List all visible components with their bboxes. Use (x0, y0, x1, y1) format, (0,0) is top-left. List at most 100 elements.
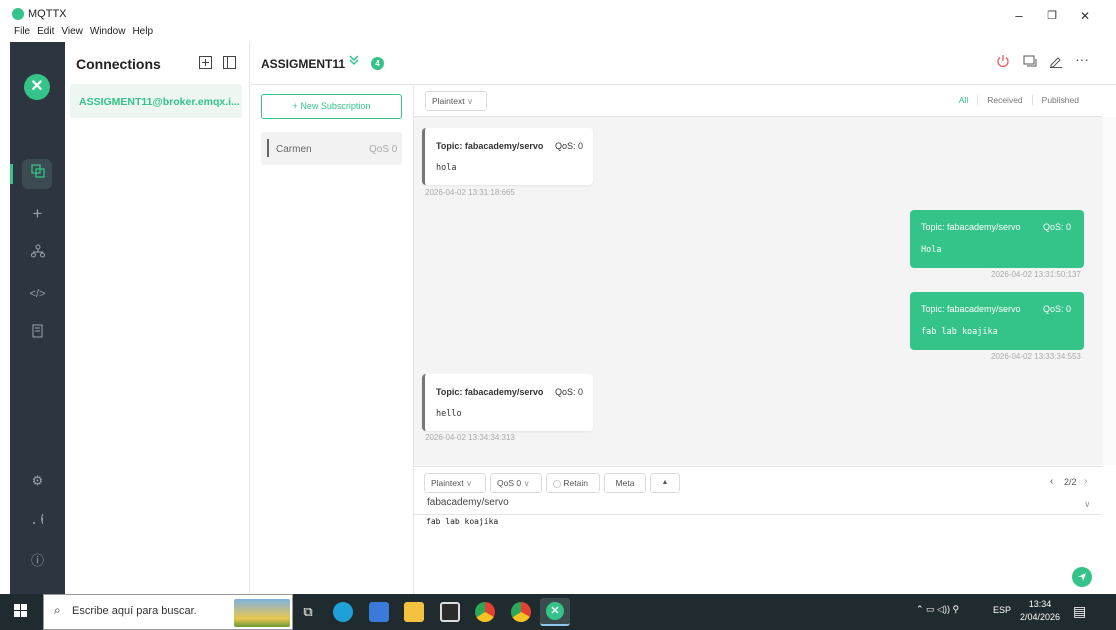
maximize-button[interactable]: ❐ (1037, 6, 1067, 26)
new-connection-icon[interactable] (199, 56, 212, 74)
message-composer: Plaintext ∨ QoS 0 ∨ Retain Meta ▲ ‹ 2/2 … (414, 466, 1102, 594)
more-icon[interactable]: ··· (1075, 51, 1089, 67)
chrome-profile-icon[interactable] (511, 602, 531, 622)
new-window-icon[interactable] (1023, 54, 1037, 71)
message-scrollbar[interactable] (1102, 117, 1116, 465)
message-sent: Topic: fabacademy/servo QoS: 0 fab lab k… (910, 292, 1084, 350)
minimize-button[interactable]: – (1004, 6, 1034, 26)
mqttx-taskbar-button[interactable]: ✕ (540, 598, 570, 626)
code-icon[interactable]: </> (10, 282, 65, 306)
message-topic: Topic: fabacademy/servo (436, 387, 544, 397)
toggle-panel-icon[interactable] (223, 56, 236, 74)
log-icon[interactable] (10, 322, 65, 346)
taskbar: ⌕ Escribe aquí para buscar. ⧉ ✕ ⌃ ▭ ◁)) … (0, 594, 1116, 630)
clock-time: 13:34 (1028, 599, 1052, 609)
store-icon[interactable] (440, 602, 460, 622)
meta-button[interactable]: Meta (604, 473, 646, 493)
message-filter-tabs: All Received Published (950, 95, 1088, 105)
payload-input[interactable]: fab lab koajika (426, 517, 498, 526)
filter-published[interactable]: Published (1031, 95, 1088, 105)
message-qos: QoS: 0 (1043, 304, 1072, 314)
new-subscription-button[interactable]: + New Subscription (261, 94, 402, 119)
menu-file[interactable]: File (14, 26, 30, 37)
message-qos: QoS: 0 (1043, 222, 1072, 232)
menu-edit[interactable]: Edit (37, 26, 54, 37)
qos-value: QoS 0 (497, 478, 522, 488)
app-logo-icon (12, 8, 24, 20)
qos-select[interactable]: QoS 0 ∨ (490, 473, 542, 493)
message-topic: Topic: fabacademy/servo (436, 141, 544, 151)
title-bar: MQTTX File Edit View Window Help – ❐ ✕ (0, 0, 1116, 42)
search-icon: ⌕ (54, 603, 61, 617)
topic-divider (414, 514, 1102, 515)
message-payload: hello (436, 409, 462, 419)
message-payload: hola (436, 163, 457, 173)
message-payload: Hola (921, 245, 942, 255)
connection-header: ASSIGMENT11 4 ··· (250, 42, 1116, 85)
menu-view[interactable]: View (61, 26, 83, 37)
tray-icons[interactable]: ⌃ ▭ ◁)) ⚲ (916, 604, 959, 615)
topic-dropdown-icon[interactable]: ∨ (1084, 499, 1091, 510)
message-sent: Topic: fabacademy/servo QoS: 0 Hola (910, 210, 1084, 268)
page-indicator: 2/2 (1064, 477, 1077, 487)
retain-toggle[interactable]: Retain (546, 473, 600, 493)
send-button[interactable] (1072, 567, 1092, 587)
disconnect-icon[interactable] (996, 54, 1010, 71)
mail-icon[interactable] (369, 602, 389, 622)
filter-all[interactable]: All (950, 95, 977, 105)
close-button[interactable]: ✕ (1070, 6, 1100, 26)
format-select[interactable]: Plaintext ∨ (425, 91, 487, 111)
mqttx-logo-icon: ✕ (24, 74, 50, 100)
windows-start-icon[interactable] (14, 604, 28, 622)
file-explorer-icon[interactable] (404, 602, 424, 622)
mqttx-taskbar-icon: ✕ (546, 602, 564, 620)
message-qos: QoS: 0 (555, 141, 584, 151)
retain-radio-icon (553, 479, 561, 488)
window-title: MQTTX (28, 8, 67, 20)
format-value: Plaintext (432, 96, 465, 106)
taskbar-search[interactable]: ⌕ Escribe aquí para buscar. (43, 594, 293, 630)
connections-icon[interactable] (10, 162, 65, 186)
subscription-qos: QoS 0 (369, 144, 398, 155)
plus-icon[interactable]: + (10, 202, 65, 226)
edge-icon[interactable] (333, 602, 353, 622)
chevron-double-down-icon[interactable] (348, 54, 360, 69)
message-payload: fab lab koajika (921, 327, 998, 337)
message-topic: Topic: fabacademy/servo (921, 304, 1021, 314)
menu-help[interactable]: Help (132, 26, 153, 37)
composer-format-value: Plaintext (431, 478, 464, 488)
connections-title: Connections (76, 56, 161, 72)
feed-icon[interactable] (10, 509, 65, 533)
subscription-color-bar (267, 139, 269, 157)
composer-format-select[interactable]: Plaintext ∨ (424, 473, 486, 493)
page-prev-icon[interactable]: ‹ (1050, 476, 1053, 487)
clock[interactable]: 13:34 2/04/2026 (1020, 598, 1060, 624)
settings-icon[interactable]: ⚙ (10, 469, 65, 493)
message-time: 2026-04-02 13:31:18:665 (425, 188, 515, 197)
chrome-icon[interactable] (475, 602, 495, 622)
notifications-icon[interactable]: ▤ (1073, 603, 1086, 620)
message-toolbar: Plaintext ∨ All Received Published (414, 85, 1102, 117)
language-indicator[interactable]: ESP (993, 605, 1011, 615)
collapse-up-icon[interactable]: ▲ (650, 473, 680, 493)
topic-input[interactable]: fabacademy/servo (427, 497, 509, 508)
message-received: Topic: fabacademy/servo QoS: 0 hello (422, 374, 593, 431)
menu-bar: File Edit View Window Help (14, 26, 153, 37)
clock-date: 2/04/2026 (1020, 612, 1061, 622)
page-next-icon[interactable]: › (1084, 476, 1087, 487)
info-icon[interactable]: ⓘ (10, 549, 65, 573)
subscription-topic: Carmen (276, 144, 312, 155)
connection-count-badge: 4 (371, 57, 384, 70)
edit-icon[interactable] (1049, 54, 1063, 71)
left-nav: ✕ + </> ⚙ ⓘ (10, 42, 65, 594)
task-view-icon[interactable]: ⧉ (298, 602, 318, 622)
topology-icon[interactable] (10, 242, 65, 266)
menu-window[interactable]: Window (90, 26, 126, 37)
filter-received[interactable]: Received (977, 95, 1031, 105)
connection-item-label: ASSIGMENT11@broker.emqx.i... (79, 96, 240, 108)
message-received: Topic: fabacademy/servo QoS: 0 hola (422, 128, 593, 185)
sunflower-widget-icon[interactable] (234, 599, 290, 627)
message-topic: Topic: fabacademy/servo (921, 222, 1021, 232)
retain-label: Retain (563, 478, 588, 488)
connections-panel: Connections ASSIGMENT11@broker.emqx.i... (65, 42, 250, 594)
